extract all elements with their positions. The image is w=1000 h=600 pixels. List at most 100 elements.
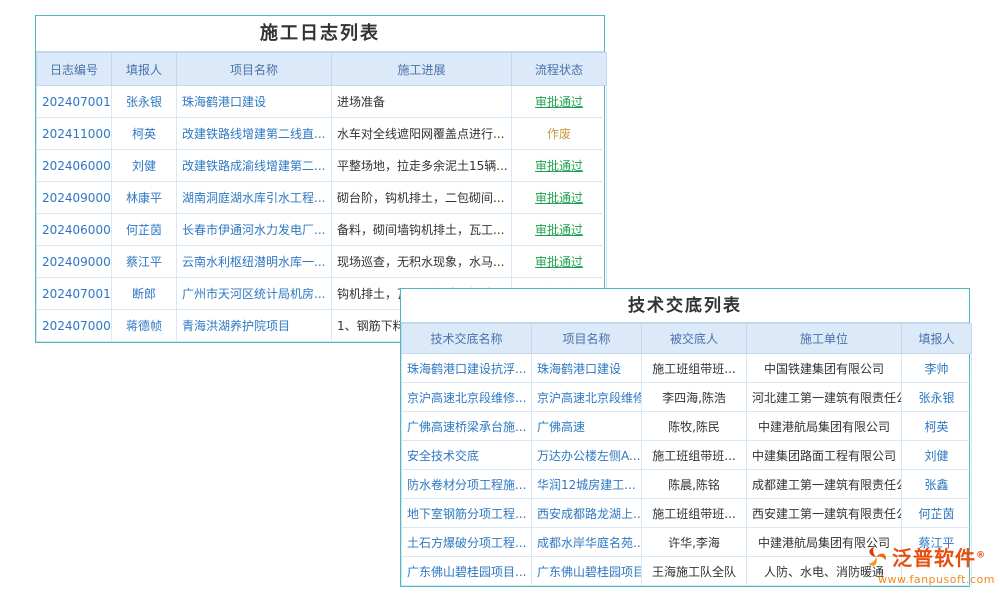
status-cell[interactable]: 审批通过 xyxy=(512,182,607,214)
progress-cell: 备料，砌间墙钩机排土，瓦工... xyxy=(332,214,512,246)
status-cell[interactable]: 审批通过 xyxy=(512,86,607,118)
log-id-cell[interactable]: 2024110002 xyxy=(37,118,112,150)
filler-cell[interactable]: 刘健 xyxy=(112,150,177,182)
column-header: 日志编号 xyxy=(37,53,112,86)
progress-cell: 平整场地，拉走多余泥土15辆... xyxy=(332,150,512,182)
log-id-cell[interactable]: 2024060005 xyxy=(37,214,112,246)
disclosed-person-cell: 陈晨,陈铭 xyxy=(642,470,747,499)
disclosure-name-link[interactable]: 广东佛山碧桂园项目... xyxy=(402,557,532,586)
project-name-link[interactable]: 青海洪湖养护院项目 xyxy=(177,310,332,342)
table-row: 京沪高速北京段维修...京沪高速北京段维修李四海,陈浩河北建工第一建筑有限责任公… xyxy=(402,383,972,412)
disclosed-person-cell: 施工班组带班... xyxy=(642,354,747,383)
log-id-cell[interactable]: 2024070011 xyxy=(37,278,112,310)
brand-name: 泛普软件® xyxy=(892,542,986,571)
disclosed-person-cell: 施工班组带班... xyxy=(642,441,747,470)
log-id-cell[interactable]: 2024070009 xyxy=(37,310,112,342)
table-row: 广佛高速桥梁承台施...广佛高速陈牧,陈民中建港航局集团有限公司柯英 xyxy=(402,412,972,441)
project-name-link[interactable]: 珠海鹤港口建设 xyxy=(532,354,642,383)
filler-cell[interactable]: 何芷茵 xyxy=(902,499,972,528)
project-name-link[interactable]: 湖南洞庭湖水库引水工程... xyxy=(177,182,332,214)
construction-unit-cell: 中建集团路面工程有限公司 xyxy=(747,441,902,470)
progress-cell: 进场准备 xyxy=(332,86,512,118)
log-id-cell[interactable]: 2024070011 xyxy=(37,86,112,118)
filler-cell[interactable]: 张鑫 xyxy=(902,470,972,499)
table-row: 2024060006刘健改建铁路成渝线增建第二...平整场地，拉走多余泥土15辆… xyxy=(37,150,607,182)
filler-cell[interactable]: 柯英 xyxy=(902,412,972,441)
column-header: 项目名称 xyxy=(532,324,642,354)
tech-disclosure-title: 技术交底列表 xyxy=(401,289,969,323)
construction-log-title: 施工日志列表 xyxy=(36,16,604,52)
log-id-cell[interactable]: 2024090009 xyxy=(37,246,112,278)
disclosure-name-link[interactable]: 广佛高速桥梁承台施... xyxy=(402,412,532,441)
disclosure-name-link[interactable]: 珠海鹤港口建设抗浮... xyxy=(402,354,532,383)
progress-cell: 砌台阶，钩机排土，二包砌间... xyxy=(332,182,512,214)
column-header: 填报人 xyxy=(112,53,177,86)
construction-unit-cell: 河北建工第一建筑有限责任公司 xyxy=(747,383,902,412)
status-cell[interactable]: 审批通过 xyxy=(512,214,607,246)
project-name-link[interactable]: 云南水利枢纽潜明水库一... xyxy=(177,246,332,278)
column-header: 施工单位 xyxy=(747,324,902,354)
log-id-cell[interactable]: 2024090009 xyxy=(37,182,112,214)
registered-mark: ® xyxy=(976,550,986,560)
table-row: 防水卷材分项工程施...华润12城房建工...陈晨,陈铭成都建工第一建筑有限责任… xyxy=(402,470,972,499)
filler-cell[interactable]: 林康平 xyxy=(112,182,177,214)
table-row: 地下室钢筋分项工程...西安成都路龙湖上...施工班组带班...西安建工第一建筑… xyxy=(402,499,972,528)
status-cell[interactable]: 审批通过 xyxy=(512,150,607,182)
construction-unit-cell: 成都建工第一建筑有限责任公司 xyxy=(747,470,902,499)
disclosure-name-link[interactable]: 地下室钢筋分项工程... xyxy=(402,499,532,528)
filler-cell[interactable]: 何芷茵 xyxy=(112,214,177,246)
disclosed-person-cell: 施工班组带班... xyxy=(642,499,747,528)
table-row: 2024110002柯英改建铁路线增建第二线直...水车对全线遮阳网覆盖点进行.… xyxy=(37,118,607,150)
disclosed-person-cell: 陈牧,陈民 xyxy=(642,412,747,441)
project-name-link[interactable]: 华润12城房建工... xyxy=(532,470,642,499)
fanpu-logo-icon xyxy=(864,545,888,569)
disclosed-person-cell: 李四海,陈浩 xyxy=(642,383,747,412)
log-id-cell[interactable]: 2024060006 xyxy=(37,150,112,182)
status-cell[interactable]: 审批通过 xyxy=(512,246,607,278)
filler-cell[interactable]: 蔡江平 xyxy=(112,246,177,278)
filler-cell[interactable]: 李帅 xyxy=(902,354,972,383)
project-name-link[interactable]: 广州市天河区统计局机房... xyxy=(177,278,332,310)
column-header: 被交底人 xyxy=(642,324,747,354)
filler-cell[interactable]: 刘健 xyxy=(902,441,972,470)
column-header: 项目名称 xyxy=(177,53,332,86)
table-row: 安全技术交底万达办公楼左侧A...施工班组带班...中建集团路面工程有限公司刘健 xyxy=(402,441,972,470)
disclosure-name-link[interactable]: 防水卷材分项工程施... xyxy=(402,470,532,499)
table-row: 2024070011张永银珠海鹤港口建设进场准备审批通过 xyxy=(37,86,607,118)
project-name-link[interactable]: 西安成都路龙湖上... xyxy=(532,499,642,528)
filler-cell[interactable]: 断郎 xyxy=(112,278,177,310)
disclosed-person-cell: 王海施工队全队 xyxy=(642,557,747,586)
construction-unit-cell: 中国铁建集团有限公司 xyxy=(747,354,902,383)
filler-cell[interactable]: 张永银 xyxy=(112,86,177,118)
progress-cell: 水车对全线遮阳网覆盖点进行... xyxy=(332,118,512,150)
project-name-link[interactable]: 万达办公楼左侧A... xyxy=(532,441,642,470)
progress-cell: 现场巡查，无积水现象，水马... xyxy=(332,246,512,278)
construction-unit-cell: 中建港航局集团有限公司 xyxy=(747,412,902,441)
project-name-link[interactable]: 广东佛山碧桂园项目 xyxy=(532,557,642,586)
column-header: 施工进展 xyxy=(332,53,512,86)
table-row: 珠海鹤港口建设抗浮...珠海鹤港口建设施工班组带班...中国铁建集团有限公司李帅 xyxy=(402,354,972,383)
project-name-link[interactable]: 京沪高速北京段维修 xyxy=(532,383,642,412)
project-name-link[interactable]: 成都水岸华庭名苑... xyxy=(532,528,642,557)
project-name-link[interactable]: 长春市伊通河水力发电厂... xyxy=(177,214,332,246)
fanpu-watermark: 泛普软件® www.fanpusoft.com xyxy=(864,542,995,586)
table-row: 2024090009蔡江平云南水利枢纽潜明水库一...现场巡查，无积水现象，水马… xyxy=(37,246,607,278)
project-name-link[interactable]: 改建铁路线增建第二线直... xyxy=(177,118,332,150)
filler-cell[interactable]: 柯英 xyxy=(112,118,177,150)
column-header: 填报人 xyxy=(902,324,972,354)
disclosure-name-link[interactable]: 安全技术交底 xyxy=(402,441,532,470)
construction-unit-cell: 西安建工第一建筑有限责任公司 xyxy=(747,499,902,528)
project-name-link[interactable]: 改建铁路成渝线增建第二... xyxy=(177,150,332,182)
header-row: 技术交底名称项目名称被交底人施工单位填报人 xyxy=(402,324,972,354)
column-header: 技术交底名称 xyxy=(402,324,532,354)
disclosed-person-cell: 许华,李海 xyxy=(642,528,747,557)
column-header: 流程状态 xyxy=(512,53,607,86)
status-cell[interactable]: 作废 xyxy=(512,118,607,150)
disclosure-name-link[interactable]: 土石方爆破分项工程... xyxy=(402,528,532,557)
project-name-link[interactable]: 珠海鹤港口建设 xyxy=(177,86,332,118)
project-name-link[interactable]: 广佛高速 xyxy=(532,412,642,441)
disclosure-name-link[interactable]: 京沪高速北京段维修... xyxy=(402,383,532,412)
filler-cell[interactable]: 蒋德帧 xyxy=(112,310,177,342)
filler-cell[interactable]: 张永银 xyxy=(902,383,972,412)
header-row: 日志编号填报人项目名称施工进展流程状态 xyxy=(37,53,607,86)
